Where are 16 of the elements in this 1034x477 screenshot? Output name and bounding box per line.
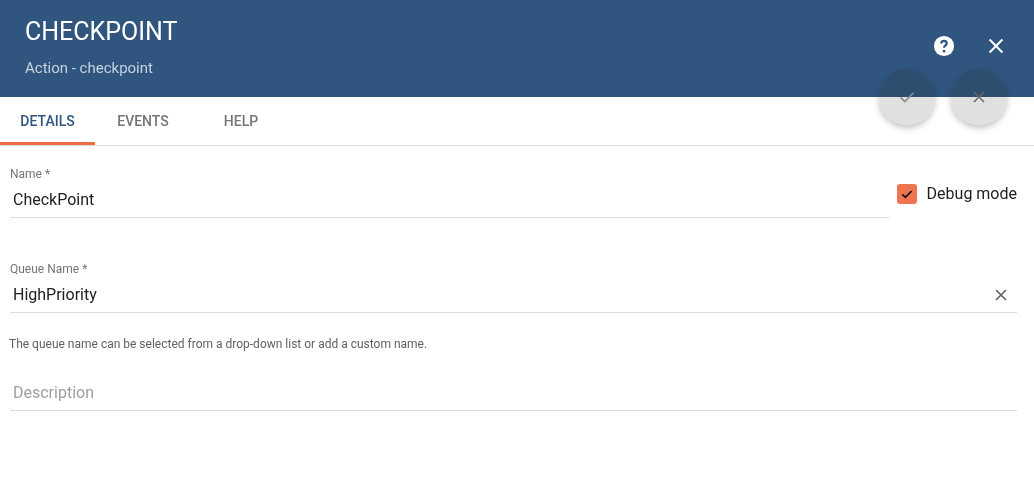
description-field[interactable]: Description <box>10 375 1017 411</box>
hint-text: The queue name can be selected from a drop-down list or add a custom name. <box>9 336 429 353</box>
confirm-button[interactable] <box>879 69 935 125</box>
tab[interactable]: DETAILS <box>0 97 95 145</box>
debug-checkbox[interactable] <box>896 184 917 204</box>
cancel-button[interactable] <box>951 69 1007 125</box>
text-field[interactable]: CheckPoint <box>10 182 889 218</box>
tab[interactable]: HELP <box>191 97 291 145</box>
help-icon[interactable] <box>933 35 955 57</box>
field-label: Queue Name * <box>10 261 88 277</box>
text-field[interactable]: HighPriority <box>10 277 1017 313</box>
tab[interactable]: EVENTS <box>93 97 193 145</box>
field-label: Name * <box>10 166 51 182</box>
checkbox-label: Debug mode <box>926 183 1017 205</box>
dialog-title: CHECKPOINT <box>25 17 178 47</box>
dialog-subtitle: Action - checkpoint <box>25 58 153 79</box>
